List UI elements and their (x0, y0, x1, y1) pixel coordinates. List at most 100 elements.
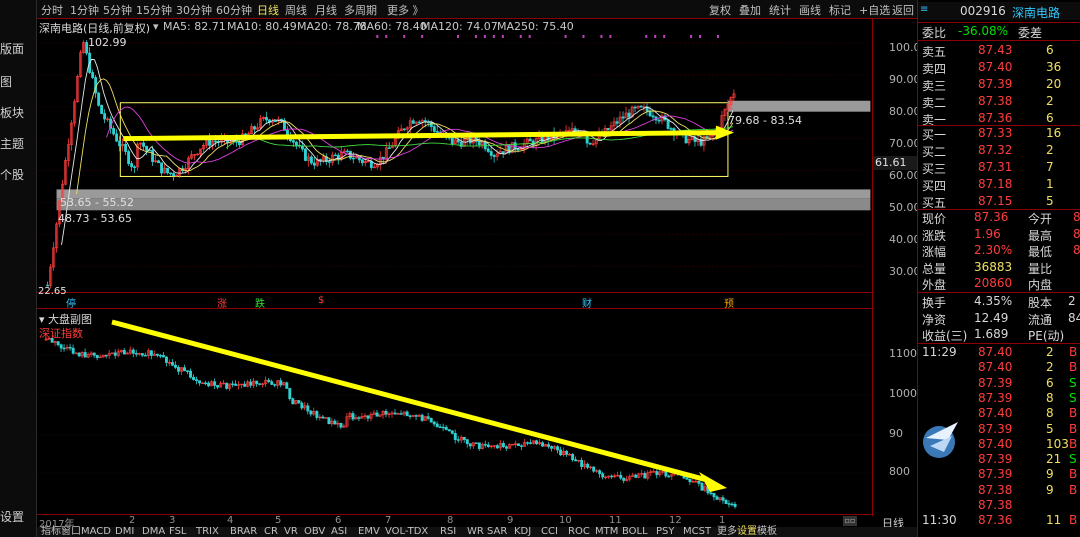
indicator-tab[interactable]: CR (264, 527, 278, 537)
index-body (535, 440, 538, 445)
arrow-shaft (123, 130, 717, 142)
nav-item-theme[interactable]: 主题 (0, 135, 24, 152)
event-limit-up[interactable]: 涨 (217, 295, 227, 310)
ma250-mark (663, 35, 666, 38)
ma250-mark (716, 35, 719, 38)
period-tab[interactable]: 60分钟 (216, 2, 252, 18)
back-button[interactable]: 返回 (892, 2, 914, 18)
candle-body (151, 149, 155, 162)
indicator-tab[interactable]: MACD (81, 527, 111, 537)
indicator-tab[interactable]: RSI (440, 527, 456, 537)
indicator-tab[interactable]: 窗口 (61, 527, 81, 537)
candle-body (133, 166, 137, 168)
tick-price: 87.38 (978, 482, 1013, 497)
index-body (92, 352, 96, 356)
menu-icon[interactable]: ≡ (920, 4, 928, 15)
candle-body (492, 155, 496, 157)
index-body (315, 411, 319, 418)
candlestick-chart[interactable] (37, 35, 872, 293)
index-body (143, 354, 147, 357)
indicator-tab[interactable]: DMI (115, 527, 134, 537)
ma250-mark (609, 35, 612, 38)
adjust-button[interactable]: 复权 (709, 2, 731, 18)
ma250-mark (492, 35, 495, 38)
indicator-tab[interactable]: VOL-TDX (385, 527, 428, 537)
period-tab[interactable]: 月线 (315, 2, 337, 18)
candle-body (486, 148, 490, 152)
index-body (357, 417, 361, 419)
indicator-tab[interactable]: ASI (331, 527, 347, 537)
index-body (688, 478, 692, 483)
period-tab[interactable]: 周线 (285, 2, 307, 18)
nav-item-chart[interactable]: 图 (0, 73, 12, 90)
indicator-tab[interactable]: OBV (304, 527, 325, 537)
indicator-tab[interactable]: FSL (169, 527, 187, 537)
indicator-tab[interactable]: WR (467, 527, 484, 537)
tick-side: S (1069, 375, 1077, 390)
index-body (408, 415, 412, 417)
period-tab[interactable]: 30分钟 (176, 2, 212, 18)
tick-side: S (1069, 390, 1077, 405)
indicator-tab[interactable]: MTM (595, 527, 618, 537)
event-financial[interactable]: 财 (582, 295, 592, 310)
draw-button[interactable]: 画线 (799, 2, 821, 18)
index-body (441, 426, 445, 429)
indicator-tab[interactable]: 指标 (41, 527, 61, 537)
indicator-tab[interactable]: DMA (142, 527, 165, 537)
period-tab[interactable]: 分时 (41, 2, 63, 18)
candle-body (160, 162, 164, 174)
period-tab[interactable]: 多周期 (344, 2, 377, 18)
scroll-button[interactable]: ▫▫ (843, 516, 857, 526)
indicator-tab[interactable]: EMV (358, 527, 380, 537)
nav-item-layout[interactable]: 版面 (0, 40, 24, 57)
nav-item-sector[interactable]: 板块 (0, 104, 24, 121)
index-body (255, 380, 259, 385)
add-watchlist-button[interactable]: +自选 (859, 2, 890, 18)
event-dividend[interactable]: $ (318, 295, 324, 306)
stats-button[interactable]: 统计 (769, 2, 791, 18)
index-subchart[interactable] (37, 310, 872, 514)
nav-item-settings[interactable]: 设置 (0, 508, 24, 525)
tick-volume: 103 (1046, 436, 1069, 451)
period-tab[interactable]: 1分钟 (70, 2, 99, 18)
index-body (231, 383, 235, 386)
event-suspend[interactable]: 停 (66, 295, 76, 310)
tick-volume: 21 (1046, 452, 1062, 467)
candle-body (621, 116, 625, 119)
index-body (134, 353, 138, 355)
indicator-tab[interactable]: BRAR (230, 527, 257, 537)
candle-body (280, 118, 283, 121)
indicator-tab[interactable]: 更多 (717, 527, 737, 537)
more-periods-button[interactable]: 更多 》 (387, 2, 424, 18)
resistance-label: 79.68 - 83.54 (728, 114, 802, 127)
period-tab[interactable]: 5分钟 (103, 2, 132, 18)
candle-body (100, 104, 104, 114)
indicator-tab[interactable]: VR (284, 527, 298, 537)
period-tab-active[interactable]: 日线 (257, 2, 279, 18)
index-body (192, 376, 195, 380)
index-body (610, 475, 614, 478)
high-price-label: 102.99 (88, 36, 127, 49)
indicator-tab[interactable]: CCI (541, 527, 558, 537)
tick-side: B (1069, 421, 1078, 436)
mark-button[interactable]: 标记 (829, 2, 851, 18)
chevron-down-icon[interactable]: ▾ (153, 20, 159, 33)
indicator-tab[interactable]: 设置 (737, 527, 757, 537)
indicator-tab[interactable]: TRIX (196, 527, 219, 537)
indicator-tab[interactable]: BOLL (622, 527, 648, 537)
support-band-upper (56, 189, 871, 199)
indicator-tab[interactable]: SAR (487, 527, 507, 537)
indicator-tab[interactable]: PSY (656, 527, 675, 537)
indicator-tab[interactable]: KDJ (514, 527, 531, 537)
event-forecast[interactable]: 预 (724, 295, 734, 310)
candle-body (435, 131, 439, 133)
period-tab[interactable]: 15分钟 (136, 2, 172, 18)
event-limit-down[interactable]: 跌 (255, 295, 265, 310)
indicator-tab[interactable]: 模板 (757, 527, 777, 537)
candle-body (312, 162, 316, 166)
quote-panel: ≡ 002916 深南电路 委比 -36.08% 委差 卖五 87.43 6 卖四 87… (917, 0, 1080, 537)
indicator-tab[interactable]: MCST (683, 527, 711, 537)
overlay-button[interactable]: 叠加 (739, 2, 761, 18)
nav-item-stock[interactable]: 个股 (0, 166, 24, 183)
indicator-tab[interactable]: ROC (568, 527, 590, 537)
